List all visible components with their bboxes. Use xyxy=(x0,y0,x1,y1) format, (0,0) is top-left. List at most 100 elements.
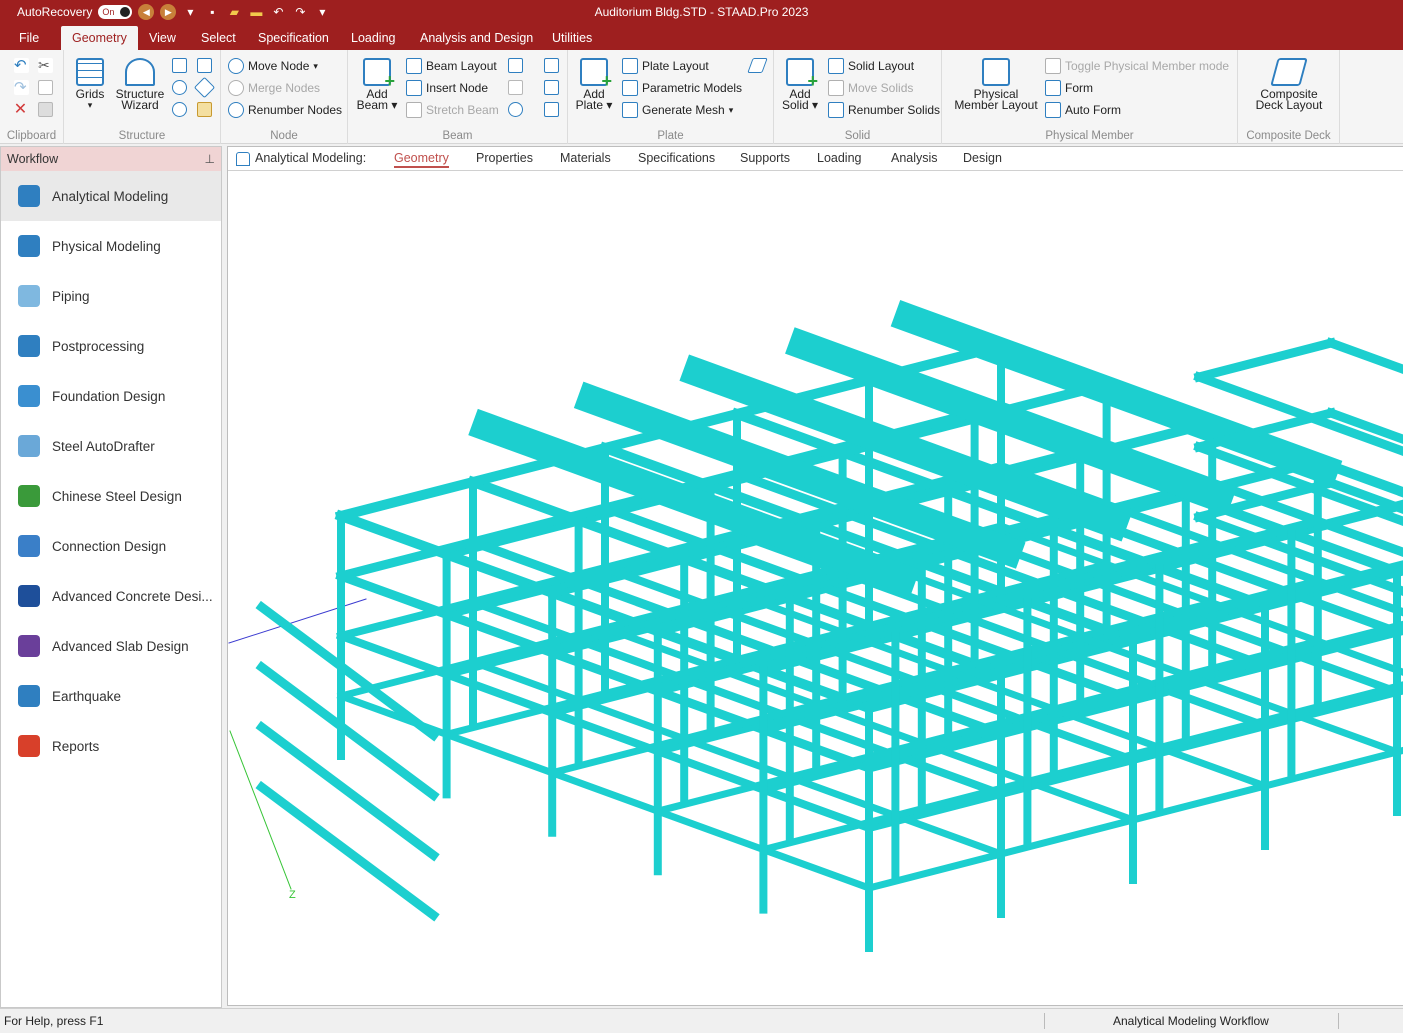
cut-icon[interactable]: ✂ xyxy=(38,58,53,73)
renumber-solids-button[interactable]: Renumber Solids xyxy=(828,102,940,118)
move-node-button[interactable]: Move Node ▾ xyxy=(228,58,318,74)
structure-model-view[interactable]: Z xyxy=(228,147,1403,1007)
cut-section-icon[interactable] xyxy=(544,58,559,73)
mirror-icon[interactable] xyxy=(193,76,216,99)
member-beam[interactable] xyxy=(255,660,440,802)
workflow-item[interactable]: Earthquake xyxy=(1,671,221,721)
workflow-item[interactable]: Connection Design xyxy=(1,521,221,571)
menu-tab-geometry[interactable]: Geometry xyxy=(61,26,138,50)
curved-beam-icon[interactable] xyxy=(544,102,559,117)
z-axis-line[interactable] xyxy=(229,730,292,890)
physical-member-group: Physical Member Layout Toggle Physical M… xyxy=(942,50,1238,144)
plate-layout-icon xyxy=(622,58,638,74)
workflow-item[interactable]: Advanced Concrete Desi... xyxy=(1,571,221,621)
move-solids-button[interactable]: Move Solids xyxy=(828,80,913,96)
workflow-list: Analytical Modeling Physical Modeling Pipi… xyxy=(1,171,221,771)
model-viewport[interactable]: Z Analytical Modeling: Geometry Properti… xyxy=(227,146,1403,1006)
workflow-item[interactable]: Advanced Slab Design xyxy=(1,621,221,671)
subtab-materials[interactable]: Materials xyxy=(560,151,611,165)
renumber-nodes-button[interactable]: Renumber Nodes xyxy=(228,102,342,118)
menu-tab-analysis-design[interactable]: Analysis and Design xyxy=(411,26,542,50)
clipboard-group-label: Clipboard xyxy=(6,130,57,142)
workflow-panel: Workflow ⊥ Analytical Modeling Physical M… xyxy=(0,146,222,1008)
generate-mesh-button[interactable]: Generate Mesh ▾ xyxy=(622,102,733,118)
break-beams-icon[interactable] xyxy=(508,80,523,95)
structure-wizard-icon xyxy=(125,58,155,86)
workflow-item-label: Physical Modeling xyxy=(52,238,161,254)
subtab-supports[interactable]: Supports xyxy=(740,151,790,165)
member-beam[interactable] xyxy=(255,780,440,922)
beam-layout-button[interactable]: Beam Layout xyxy=(406,58,497,74)
member-beam[interactable] xyxy=(255,600,440,742)
menu-tab-loading[interactable]: Loading xyxy=(342,26,405,50)
repeat-icon[interactable] xyxy=(172,58,187,73)
workflow-item[interactable]: Foundation Design xyxy=(1,371,221,421)
stretch-beam-button[interactable]: Stretch Beam xyxy=(406,102,499,118)
subtab-design[interactable]: Design xyxy=(963,151,1002,165)
analytical-modeling-icon xyxy=(236,152,250,166)
plate-layout-button[interactable]: Plate Layout xyxy=(622,58,709,74)
physical-member-layout-button[interactable]: Physical Member Layout xyxy=(950,58,1042,111)
subtab-properties[interactable]: Properties xyxy=(476,151,533,165)
move-node-icon xyxy=(228,58,244,74)
connect-beams-icon[interactable] xyxy=(508,58,523,73)
subtab-geometry[interactable]: Geometry xyxy=(394,151,449,168)
auto-form-button[interactable]: Auto Form xyxy=(1045,102,1121,118)
structure-wizard-button[interactable]: Structure Wizard xyxy=(114,58,166,111)
solid-group: + Add Solid ▾ Solid Layout Move Solids R… xyxy=(774,50,942,144)
insert-node-button[interactable]: Insert Node xyxy=(406,80,488,96)
z-axis-label: Z xyxy=(289,889,296,901)
pin-icon[interactable]: ⊥ xyxy=(205,152,215,166)
add-solid-button[interactable]: + Add Solid ▾ xyxy=(780,58,820,111)
form-button[interactable]: Form xyxy=(1045,80,1093,96)
workflow-item[interactable]: Physical Modeling xyxy=(1,221,221,271)
paste-icon[interactable] xyxy=(38,102,53,117)
rotate-icon[interactable] xyxy=(172,102,187,117)
subtab-analysis[interactable]: Analysis xyxy=(891,151,938,165)
renumber-beams-icon[interactable] xyxy=(544,80,559,95)
redo-icon[interactable]: ↷ xyxy=(14,80,29,95)
advanced-concrete-design-icon xyxy=(18,585,40,607)
subtab-loading[interactable]: Loading xyxy=(817,151,862,165)
toggle-physical-member-button[interactable]: Toggle Physical Member mode xyxy=(1045,58,1229,74)
menu-tab-utilities[interactable]: Utilities xyxy=(543,26,601,50)
undo-icon[interactable]: ↶ xyxy=(14,58,29,73)
plate-options-icon[interactable] xyxy=(747,58,768,73)
delete-icon[interactable]: ✕ xyxy=(13,102,28,118)
menu-tab-view[interactable]: View xyxy=(140,26,185,50)
translational-repeat-icon[interactable] xyxy=(197,58,212,73)
split-beam-icon[interactable] xyxy=(197,102,212,117)
grids-button[interactable]: Grids ▾ xyxy=(72,58,108,111)
solid-layout-button[interactable]: Solid Layout xyxy=(828,58,914,74)
auto-form-icon xyxy=(1045,102,1061,118)
status-separator xyxy=(1044,1013,1045,1029)
workflow-item[interactable]: Steel AutoDrafter xyxy=(1,421,221,471)
composite-deck-layout-button[interactable]: Composite Deck Layout xyxy=(1246,58,1332,111)
member-beam[interactable] xyxy=(1193,337,1337,383)
member-beam[interactable] xyxy=(255,720,440,862)
copy-icon[interactable] xyxy=(38,80,53,95)
window-title: Auditorium Bldg.STD - STAAD.Pro 2023 xyxy=(594,5,809,19)
subtab-specifications[interactable]: Specifications xyxy=(638,151,715,165)
composite-deck-group-label: Composite Deck xyxy=(1246,130,1331,142)
menu-tab-file[interactable]: File xyxy=(10,26,48,50)
workflow-item[interactable]: Piping xyxy=(1,271,221,321)
workflow-item[interactable]: Postprocessing xyxy=(1,321,221,371)
parametric-models-button[interactable]: Parametric Models xyxy=(622,80,742,96)
workflow-item[interactable]: Reports xyxy=(1,721,221,771)
add-plate-button[interactable]: + Add Plate ▾ xyxy=(574,58,614,111)
intersect-beams-icon[interactable] xyxy=(508,102,523,117)
status-help-text: For Help, press F1 xyxy=(4,1014,104,1028)
menu-tab-select[interactable]: Select xyxy=(192,26,245,50)
menu-bar: File Geometry View Select Specification … xyxy=(0,26,1403,50)
chinese-steel-design-icon xyxy=(18,485,40,507)
workflow-item[interactable]: Chinese Steel Design xyxy=(1,471,221,521)
composite-deck-icon xyxy=(1270,58,1308,86)
menu-tab-specification[interactable]: Specification xyxy=(249,26,338,50)
merge-nodes-button[interactable]: Merge Nodes xyxy=(228,80,320,96)
add-beam-button[interactable]: + Add Beam ▾ xyxy=(356,58,398,111)
circular-repeat-icon[interactable] xyxy=(172,80,187,95)
insert-node-icon xyxy=(406,80,422,96)
workflow-item[interactable]: Analytical Modeling xyxy=(1,171,221,221)
workflow-item-label: Advanced Concrete Desi... xyxy=(52,588,213,604)
